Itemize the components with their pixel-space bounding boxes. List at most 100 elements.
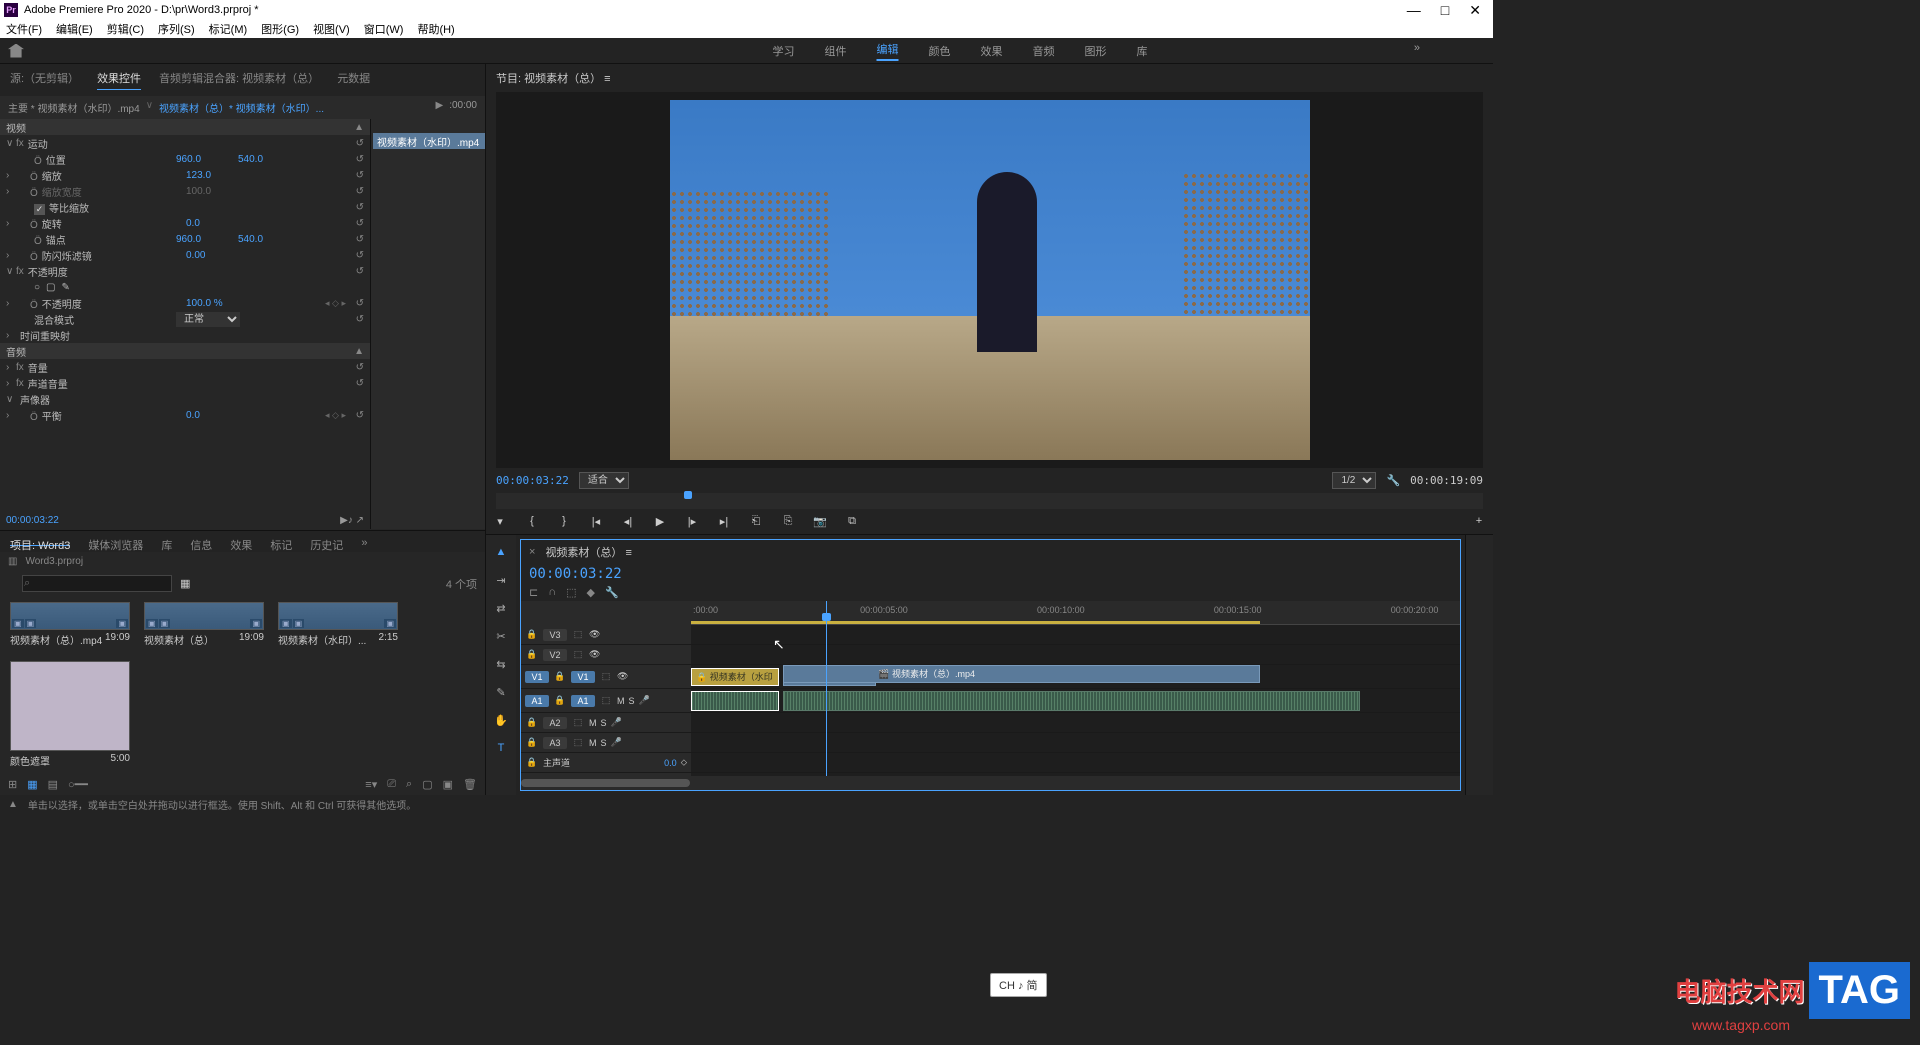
lift-icon[interactable]: ⎗	[748, 515, 764, 528]
filter-icon[interactable]: ▦	[180, 577, 190, 590]
track-select-tool[interactable]: ⇥	[492, 571, 510, 589]
ws-audio[interactable]: 音频	[1033, 43, 1055, 59]
close-button[interactable]: ✕	[1469, 2, 1481, 19]
mark-in-icon[interactable]: ▾	[492, 515, 508, 528]
trash-icon[interactable]: 🗑	[463, 778, 477, 791]
a1-mic-icon[interactable]: 🎤	[639, 695, 650, 706]
type-tool[interactable]: T	[492, 739, 510, 757]
automate-icon[interactable]: ⎚	[387, 778, 396, 791]
v1-label[interactable]: V1	[571, 671, 595, 683]
channel-reset[interactable]: ↺	[356, 378, 364, 389]
bin-item[interactable]: ▣▣▣ 视频素材（总）.mp419:09	[10, 602, 130, 647]
v1-eye[interactable]: 👁	[617, 671, 628, 682]
fit-select[interactable]: 适合	[579, 472, 629, 489]
wrench-icon[interactable]: 🔧	[1386, 474, 1400, 487]
opacity-value[interactable]: 100.0 %	[186, 298, 236, 309]
step-fwd-icon[interactable]: |▸	[684, 515, 700, 528]
find-icon[interactable]: ⌕	[406, 778, 412, 791]
menu-help[interactable]: 帮助(H)	[417, 21, 454, 37]
a2-lock[interactable]: 🔒	[525, 717, 539, 728]
new-bin-icon[interactable]: ▢	[422, 778, 432, 791]
menu-edit[interactable]: 编辑(E)	[56, 21, 93, 37]
clip-watermark[interactable]: 🔒 视频素材（水印	[691, 668, 779, 686]
menu-file[interactable]: 文件(F)	[6, 21, 42, 37]
ec-timecode[interactable]: 00:00:03:22	[6, 515, 59, 526]
search-input[interactable]	[22, 575, 172, 592]
a3-label[interactable]: A3	[543, 737, 567, 749]
v3-output[interactable]: ⬚	[571, 629, 585, 640]
opacity-val-reset[interactable]: ↺	[356, 298, 364, 309]
motion-reset[interactable]: ↺	[356, 138, 364, 149]
playhead[interactable]	[826, 601, 827, 776]
anchor-x[interactable]: 960.0	[176, 234, 226, 245]
balance-keyframe-nav[interactable]: ◂ ◇ ▸	[325, 410, 346, 421]
v3-lock[interactable]: 🔒	[525, 629, 539, 640]
uniform-reset[interactable]: ↺	[356, 202, 364, 213]
go-out-icon[interactable]: ▸|	[716, 515, 732, 528]
button-editor-icon[interactable]: +	[1471, 515, 1487, 528]
opacity-section[interactable]: 不透明度	[28, 264, 198, 279]
v1-lock[interactable]: 🔒	[553, 671, 567, 682]
v2-label[interactable]: V2	[543, 649, 567, 661]
mask-rect-icon[interactable]: ▢	[46, 282, 55, 293]
opacity-stopwatch[interactable]: Ö	[30, 300, 38, 311]
a2-mic-icon[interactable]: 🎤	[611, 717, 622, 728]
menu-clip[interactable]: 剪辑(C)	[107, 21, 144, 37]
anchor-y[interactable]: 540.0	[238, 234, 263, 245]
v2-output[interactable]: ⬚	[571, 649, 585, 660]
opacity-toggle[interactable]: ∨	[6, 266, 16, 277]
balance-reset[interactable]: ↺	[356, 410, 364, 421]
bin-item[interactable]: ▣▣▣ 视频素材（总）19:09	[144, 602, 264, 647]
flicker-value[interactable]: 0.00	[186, 250, 236, 261]
tab-markers[interactable]: 标记	[270, 537, 292, 546]
master-value[interactable]: 0.0	[664, 758, 677, 768]
ws-learn[interactable]: 学习	[773, 43, 795, 59]
menu-window[interactable]: 窗口(W)	[364, 21, 404, 37]
anchor-reset[interactable]: ↺	[356, 234, 364, 245]
scale-stopwatch[interactable]: Ö	[30, 172, 38, 183]
a1-lock[interactable]: 🔒	[553, 695, 567, 706]
v1-output[interactable]: ⬚	[599, 671, 613, 682]
ws-effects[interactable]: 效果	[981, 43, 1003, 59]
list-view-icon[interactable]: ⊞	[8, 778, 17, 791]
master-lock[interactable]: 🔒	[525, 757, 539, 768]
v2-lock[interactable]: 🔒	[525, 649, 539, 660]
program-scrubber[interactable]	[496, 493, 1483, 509]
balance-value[interactable]: 0.0	[186, 410, 236, 421]
scale-w-reset[interactable]: ↺	[356, 186, 364, 197]
opacity-reset[interactable]: ↺	[356, 266, 364, 277]
panner-toggle[interactable]: ∨	[6, 394, 16, 405]
bin-item[interactable]: ▣▣▣ 视频素材（水印）...2:15	[278, 602, 398, 647]
scale-reset[interactable]: ↺	[356, 170, 364, 181]
position-x[interactable]: 960.0	[176, 154, 226, 165]
program-viewport[interactable]	[496, 92, 1483, 468]
slip-tool[interactable]: ⇆	[492, 655, 510, 673]
step-back-icon[interactable]: ◂|	[620, 515, 636, 528]
marker-icon[interactable]: }	[556, 515, 572, 528]
menu-graphics[interactable]: 图形(G)	[261, 21, 299, 37]
scale-value[interactable]: 123.0	[186, 170, 236, 181]
new-item-icon[interactable]: ▣	[443, 778, 453, 791]
zoom-select[interactable]: 1/2	[1332, 472, 1376, 489]
motion-label[interactable]: 运动	[28, 136, 198, 151]
flicker-reset[interactable]: ↺	[356, 250, 364, 261]
sequence-name[interactable]: 视频素材（总） ≡	[545, 544, 631, 560]
tab-media-browser[interactable]: 媒体浏览器	[88, 537, 143, 546]
ws-libraries[interactable]: 库	[1137, 43, 1148, 59]
audio-clip-2[interactable]	[783, 691, 1360, 711]
ws-editing[interactable]: 编辑	[877, 41, 899, 61]
timeline-timecode[interactable]: 00:00:03:22	[521, 564, 1460, 584]
compare-icon[interactable]: ⧉	[844, 515, 860, 528]
clip-video-mp4[interactable]: 🎬 视频素材（总）.mp4	[783, 665, 1260, 683]
tab-source[interactable]: 源:（无剪辑）	[10, 70, 79, 90]
a1-src[interactable]: A1	[525, 695, 549, 707]
tab-project[interactable]: 项目: Word3	[10, 537, 70, 546]
v3-eye[interactable]: 👁	[589, 629, 600, 640]
tab-history[interactable]: 历史记	[310, 537, 343, 546]
balance-stopwatch[interactable]: Ö	[30, 412, 38, 423]
blend-mode-select[interactable]: 正常	[176, 312, 240, 327]
mask-ellipse-icon[interactable]: ○	[34, 282, 40, 293]
snap-icon[interactable]: ⊏	[529, 586, 538, 599]
a1-label[interactable]: A1	[571, 695, 595, 707]
selection-tool[interactable]: ▲	[492, 543, 510, 561]
